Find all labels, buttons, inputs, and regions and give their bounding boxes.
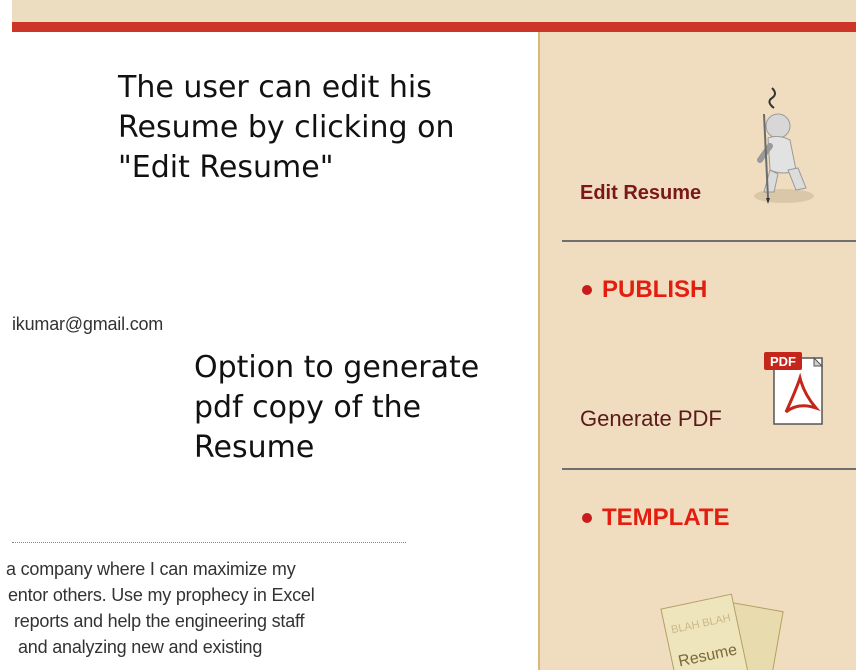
pdf-document-icon[interactable]: PDF [762,350,826,430]
objective-text: a company where I can maximize my entor … [6,556,432,660]
resume-page: The user can edit his Resume by clicking… [0,0,856,670]
edit-resume-link[interactable]: Edit Resume [580,182,701,205]
dotted-separator [12,542,406,543]
bullet-icon [582,513,592,523]
pdf-icon-label: PDF [770,354,796,369]
template-heading-label: TEMPLATE [602,504,730,531]
objective-line: entor others. Use my prophecy in Excel [8,585,315,605]
figure-with-pencil-icon [754,87,814,204]
bullet-icon [582,285,592,295]
objective-line: and analyzing new and existing [18,637,263,657]
edit-resume-annotation: The user can edit his Resume by clicking… [118,70,455,185]
header-band [12,0,856,22]
objective-line: reports and help the engineering staff [14,611,305,631]
resume-sidebar: Edit Resume PUBLISH Generate PDF PDF TEM… [538,32,856,670]
publish-heading-label: PUBLISH [602,276,708,303]
objective-line: a company where I can maximize my [6,559,296,579]
generate-pdf-link[interactable]: Generate PDF [580,406,722,432]
email-text: ikumar@gmail.com [12,314,164,334]
template-heading: TEMPLATE [582,504,730,532]
sidebar-divider [562,468,856,470]
header-red-bar [12,22,856,32]
sidebar-divider [562,240,856,242]
resume-papers-icon[interactable]: BLAH BLAH Resume [648,588,798,670]
generate-pdf-annotation: Option to generate pdf copy of the Resum… [194,350,480,465]
publish-heading: PUBLISH [582,276,707,304]
resume-content: The user can edit his Resume by clicking… [6,32,538,670]
